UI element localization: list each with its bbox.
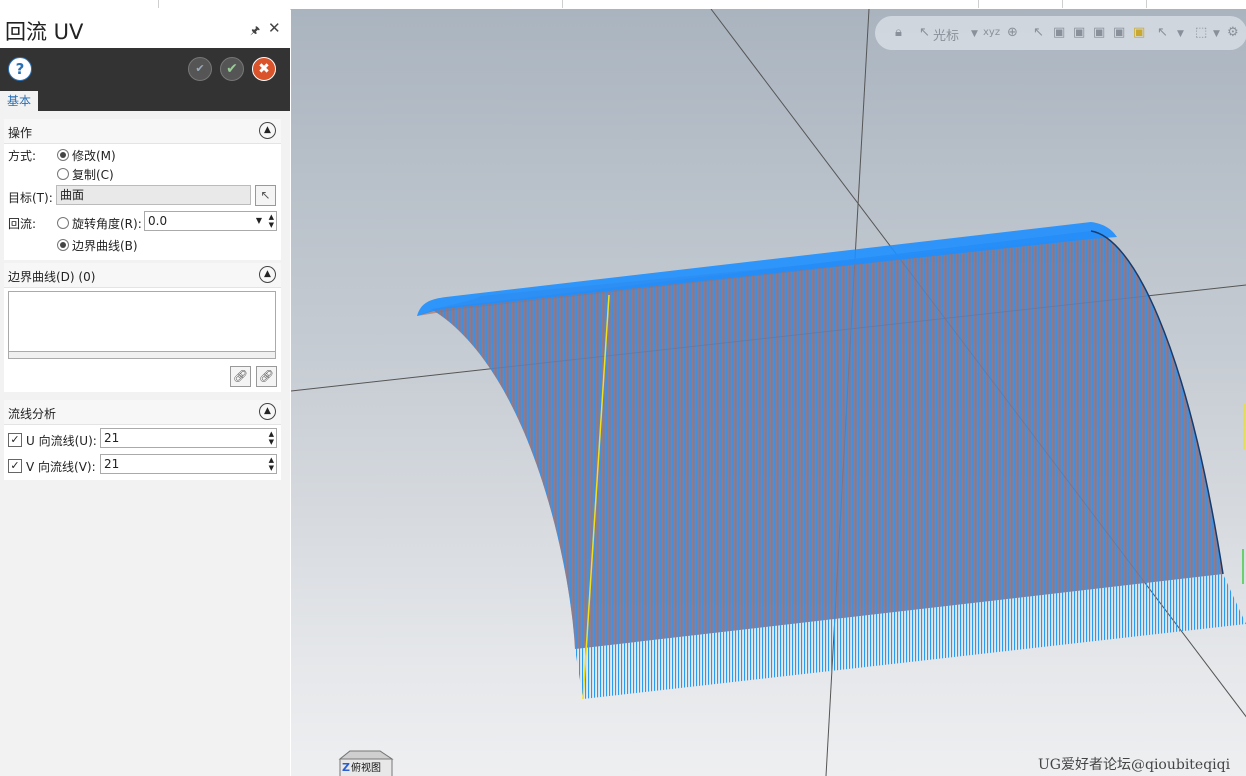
operation-group-header[interactable]: 操作 ▲ [4,119,281,144]
lock-icon[interactable]: 🔒︎ [895,25,902,40]
streamline-header[interactable]: 流线分析 ▲ [4,400,281,425]
select-arrow-icon[interactable]: ↖ [1033,25,1044,40]
boundary-curves-header[interactable]: 边界曲线(D) (0) ▲ [4,263,281,288]
toolbar-separator [158,0,159,8]
spinner-icon[interactable]: ▲ ▼ [269,213,274,229]
mode-modify-label: 修改(M) [72,149,116,163]
cube-icon[interactable]: ▣ [1113,25,1125,40]
operation-group-title: 操作 [8,126,33,140]
xyz-icon[interactable]: xyz [983,27,1000,38]
tab-row: 基本 [0,90,290,111]
toolbar-separator [1062,0,1063,8]
cursor-icon[interactable]: ↖ [919,25,930,40]
streamline-group: 流线分析 ▲ ✓ U 向流线(U): 21 ▲ ▼ ✓ V 向流线(V): 21 … [4,400,281,480]
cancel-button[interactable]: ✖︎ [252,57,276,81]
cube-icon[interactable]: ▣ [1093,25,1105,40]
mode-copy-label: 复制(C) [72,168,114,182]
rotate-angle-radio[interactable] [57,217,69,229]
ok-button[interactable]: ✔︎ [220,57,244,81]
dropdown-arrow-icon[interactable]: ▼ [971,29,978,39]
dialog-titlebar: 回流 UV 🖈︎ ✕ [0,9,290,48]
mode-label: 方式: [8,149,37,163]
rotate-angle-value: 0.0 [148,214,168,228]
target-label: 目标(T): [8,191,53,205]
u-streamline-value: 21 [104,431,120,445]
rotate-angle-label: 旋转角度(R): [72,217,142,231]
settings-icon[interactable]: ⚙ [1227,25,1239,40]
cube-icon[interactable]: ▣ [1053,25,1065,40]
toolbar-separator [562,0,563,8]
dropdown-arrow-icon[interactable]: ▼ [1177,29,1184,39]
mode-copy-radio[interactable] [57,168,69,180]
dialog-title: 回流 UV [5,20,84,44]
v-streamline-input[interactable]: 21 ▲ ▼ [100,454,277,474]
tab-basic[interactable]: 基本 [0,91,38,111]
operation-group: 操作 ▲ 方式: 修改(M) 复制(C) 目标(T): 曲面 ↖ 回流: 旋转角… [4,119,281,260]
close-icon[interactable]: ✕ [268,19,281,37]
u-streamline-input[interactable]: 21 ▲ ▼ [100,428,277,448]
chevron-up-icon[interactable]: ▲ [259,266,276,283]
graphics-viewport[interactable]: 🔒︎ ↖ 光标 ▼ xyz ⊕ ↖ ▣ ▣ ▣ ▣ ▣ ↖ ▼ ⬚ ▼ ⚙ Z … [291,9,1246,776]
cube-icon[interactable]: ▣ [1073,25,1085,40]
list-footer [9,351,275,358]
dropdown-arrow-icon[interactable]: ▼ [256,212,262,230]
apply-button[interactable]: ✔︎ [188,57,212,81]
box-select-icon[interactable]: ⬚ [1195,25,1207,40]
v-streamline-label: V 向流线(V): [26,460,96,474]
view-cube-axis: Z [342,761,350,774]
view-toolbar: 🔒︎ ↖ 光标 ▼ xyz ⊕ ↖ ▣ ▣ ▣ ▣ ▣ ↖ ▼ ⬚ ▼ ⚙ [875,16,1246,50]
spinner-icon[interactable]: ▲ ▼ [269,456,274,472]
mode-modify-radio[interactable] [57,149,69,161]
boundary-curve-label: 边界曲线(B) [72,239,138,253]
add-link-icon[interactable]: 🔗︎ [230,366,251,387]
chevron-up-icon[interactable]: ▲ [259,403,276,420]
shaded-cube-icon[interactable]: ▣ [1133,25,1145,40]
boundary-curves-title: 边界曲线(D) (0) [8,270,96,284]
watermark-text: UG爱好者论坛@qioubiteqiqi [1038,757,1231,773]
v-streamline-checkbox[interactable]: ✓ [8,459,22,473]
cursor-label[interactable]: 光标 [933,25,959,44]
target-field[interactable]: 曲面 [56,185,251,205]
toolbar-separator [1146,0,1147,8]
snap-point-icon[interactable]: ⊕ [1007,25,1018,40]
streamline-title: 流线分析 [8,407,57,421]
toolbar-separator [978,0,979,8]
dialog-action-bar: ? ✔︎ ✔︎ ✖︎ [0,48,290,90]
boundary-curves-group: 边界曲线(D) (0) ▲ 🔗︎ 🔗︎ [4,263,281,392]
u-streamline-checkbox[interactable]: ✓ [8,433,22,447]
chevron-up-icon[interactable]: ▲ [259,122,276,139]
view-cube-label: 俯视图 [351,763,381,774]
rotate-angle-input[interactable]: 0.0 ▼ ▲ ▼ [144,211,277,231]
viewport-scene [291,9,1246,776]
help-button[interactable]: ? [8,57,32,81]
link-icon[interactable]: 🔗︎ [256,366,277,387]
spinner-icon[interactable]: ▲ ▼ [269,430,274,446]
boundary-curves-list[interactable] [8,291,276,359]
dropdown-arrow-icon[interactable]: ▼ [1213,29,1220,39]
select-filter-icon[interactable]: ↖ [1157,25,1168,40]
pin-icon[interactable]: 🖈︎ [250,22,260,41]
v-streamline-value: 21 [104,457,120,471]
boundary-curve-radio[interactable] [57,239,69,251]
u-streamline-label: U 向流线(U): [26,434,97,448]
select-cursor-icon[interactable]: ↖ [255,185,276,206]
flow-label: 回流: [8,217,37,231]
dialog-panel: 回流 UV 🖈︎ ✕ ? ✔︎ ✔︎ ✖︎ 基本 操作 ▲ 方式: 修改(M) … [0,9,290,776]
